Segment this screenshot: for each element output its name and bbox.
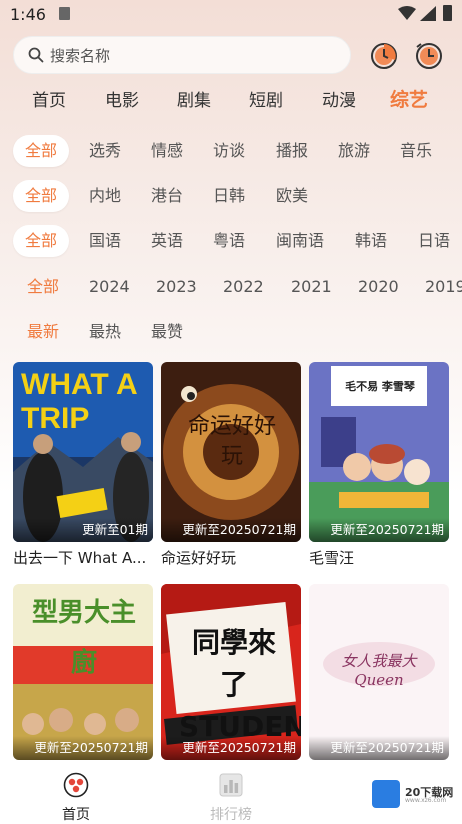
filter-row-year: 全部 2024 2023 2022 2021 2020 2019 — [0, 271, 462, 305]
filter-year-option[interactable]: 2023 — [156, 271, 197, 303]
episode-badge: 更新至20250721期 — [13, 736, 153, 760]
tab-variety[interactable]: 综艺 — [390, 85, 428, 112]
filter-region-option[interactable]: 欧美 — [276, 180, 308, 212]
show-poster[interactable]: 同學來了 STUDENT 更新至20250721期 — [161, 584, 301, 760]
show-poster[interactable]: 毛不易 李雪琴 更新至20250721期 — [309, 362, 449, 542]
ranking-icon — [219, 773, 243, 797]
poster-title: 毛不易 李雪琴 — [345, 380, 415, 393]
show-poster[interactable]: WHAT A TRIP 更新至01期 — [13, 362, 153, 542]
status-bar: 1:46 — [0, 0, 462, 28]
filter-type-option[interactable]: 访谈 — [213, 135, 245, 167]
tab-movie[interactable]: 电影 — [105, 86, 139, 111]
tab-anime[interactable]: 动漫 — [322, 86, 356, 111]
search-icon — [28, 47, 44, 63]
poster-title: 同學來了 STUDENT — [179, 626, 301, 743]
poster-title: WHAT A TRIP — [21, 368, 137, 435]
watermark-logo-icon — [372, 780, 400, 808]
episode-badge: 更新至20250721期 — [161, 736, 301, 760]
watermark-url: www.xz6.com — [405, 797, 447, 804]
nav-home-label: 首页 — [62, 807, 90, 823]
history-icon[interactable] — [369, 40, 399, 70]
battery-icon — [443, 5, 452, 21]
episode-badge: 更新至20250721期 — [161, 518, 301, 542]
filter-row-language: 全部 国语 英语 粤语 闽南语 韩语 日语 — [0, 225, 462, 259]
filter-type-option[interactable]: 旅游 — [338, 135, 370, 167]
filter-language-option[interactable]: 粤语 — [213, 225, 245, 257]
wifi-icon — [398, 6, 416, 20]
search-input[interactable]: 搜索名称 — [50, 45, 110, 66]
sort-latest[interactable]: 最新 — [27, 316, 59, 348]
filter-language-all[interactable]: 全部 — [13, 225, 70, 257]
filter-language-option[interactable]: 闽南语 — [276, 225, 324, 257]
sort-hottest[interactable]: 最热 — [89, 316, 121, 348]
filter-row-type: 全部 选秀 情感 访谈 播报 旅游 音乐 — [0, 135, 462, 169]
signal-icon — [420, 6, 436, 21]
filter-row-region: 全部 内地 港台 日韩 欧美 — [0, 180, 462, 214]
show-title[interactable]: 毛雪汪 — [309, 547, 449, 568]
filter-type-option[interactable]: 音乐 — [400, 135, 432, 167]
filter-region-option[interactable]: 港台 — [151, 180, 183, 212]
filter-type-all[interactable]: 全部 — [13, 135, 70, 167]
home-icon — [63, 772, 89, 798]
filter-year-option[interactable]: 2021 — [291, 271, 332, 303]
sort-most-liked[interactable]: 最赞 — [151, 316, 183, 348]
filter-language-option[interactable]: 国语 — [89, 225, 121, 257]
recent-icon[interactable] — [414, 40, 444, 70]
show-poster[interactable]: 女人我最大 Queen 更新至20250721期 — [309, 584, 449, 760]
tab-short-drama[interactable]: 短剧 — [249, 86, 283, 111]
filter-language-option[interactable]: 日语 — [418, 225, 450, 257]
notification-icon — [59, 7, 70, 20]
nav-ranking-label: 排行榜 — [210, 807, 252, 823]
episode-badge: 更新至01期 — [13, 518, 153, 542]
site-watermark: 20下载网 www.xz6.com — [372, 780, 458, 810]
tab-home[interactable]: 首页 — [32, 86, 66, 111]
filter-year-option[interactable]: 2024 — [89, 271, 130, 303]
nav-ranking[interactable]: 排行榜 — [201, 772, 261, 824]
show-poster[interactable]: 型男大主廚 更新至20250721期 — [13, 584, 153, 760]
filter-type-option[interactable]: 播报 — [276, 135, 308, 167]
filter-language-option[interactable]: 韩语 — [355, 225, 387, 257]
show-title[interactable]: 出去一下 What A... — [13, 547, 153, 568]
filter-year-all[interactable]: 全部 — [27, 271, 59, 303]
status-time: 1:46 — [10, 5, 46, 24]
tab-series[interactable]: 剧集 — [177, 86, 211, 111]
filter-year-option[interactable]: 2019 — [425, 271, 462, 303]
episode-badge: 更新至20250721期 — [309, 518, 449, 542]
episode-badge: 更新至20250721期 — [309, 736, 449, 760]
search-bar[interactable]: 搜索名称 — [13, 36, 351, 74]
filter-year-option[interactable]: 2022 — [223, 271, 264, 303]
filter-type-option[interactable]: 情感 — [151, 135, 183, 167]
poster-title: 女人我最大 Queen — [341, 652, 417, 689]
filter-type-option[interactable]: 选秀 — [89, 135, 121, 167]
filter-language-option[interactable]: 英语 — [151, 225, 183, 257]
sort-row: 最新 最热 最赞 — [0, 316, 462, 350]
poster-title: 型男大主廚 — [31, 598, 136, 678]
filter-region-option[interactable]: 日韩 — [213, 180, 245, 212]
show-poster[interactable]: 命运好好玩 更新至20250721期 — [161, 362, 301, 542]
filter-year-option[interactable]: 2020 — [358, 271, 399, 303]
nav-home[interactable]: 首页 — [46, 772, 106, 824]
category-tabs: 首页 电影 剧集 短剧 动漫 综艺 — [0, 86, 462, 118]
show-title[interactable]: 命运好好玩 — [161, 547, 301, 568]
filter-region-all[interactable]: 全部 — [13, 180, 70, 212]
poster-title: 命运好好玩 — [187, 414, 276, 469]
filter-region-option[interactable]: 内地 — [89, 180, 121, 212]
